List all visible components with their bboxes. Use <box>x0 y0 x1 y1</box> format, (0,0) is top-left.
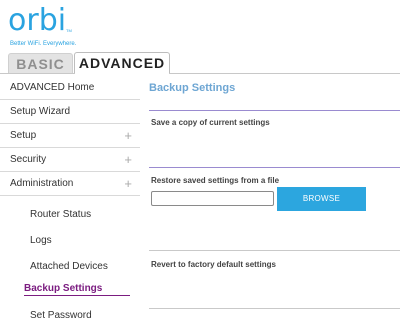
plus-icon[interactable]: + <box>124 124 132 147</box>
section-divider <box>149 250 400 251</box>
sidebar-item-label: Setup Wizard <box>10 106 71 117</box>
sidebar-item-label: Setup <box>10 130 37 141</box>
browse-button[interactable]: BROWSE <box>277 187 366 211</box>
section-restore-label: Restore saved settings from a file <box>151 176 280 185</box>
logo-tagline: Better WiFi. Everywhere. <box>10 41 77 47</box>
section-divider <box>149 110 400 111</box>
sidebar: ADVANCED Home Setup Wizard Setup + Secur… <box>0 76 140 196</box>
section-divider <box>149 308 400 309</box>
tab-divider <box>0 73 400 74</box>
section-save-label: Save a copy of current settings <box>151 118 270 127</box>
tab-advanced[interactable]: ADVANCED <box>74 52 170 74</box>
sidebar-item-label: Security <box>10 154 47 165</box>
sidebar-item-advanced-home[interactable]: ADVANCED Home <box>0 76 140 100</box>
sidebar-item-administration[interactable]: Administration + <box>0 172 140 196</box>
sidebar-item-setup[interactable]: Setup + <box>0 124 140 148</box>
logo-trademark: TM <box>66 28 72 33</box>
page-title: Backup Settings <box>149 82 236 94</box>
sidebar-item-setup-wizard[interactable]: Setup Wizard <box>0 100 140 124</box>
section-factory-reset-label: Revert to factory default settings <box>151 260 276 269</box>
subitem-backup-settings[interactable]: Backup Settings <box>24 283 102 294</box>
logo-wordmark: orbi <box>8 3 67 38</box>
subitem-attached-devices[interactable]: Attached Devices <box>30 261 108 272</box>
active-item-underline <box>24 295 130 296</box>
subitem-logs[interactable]: Logs <box>30 235 52 246</box>
tab-basic[interactable]: BASIC <box>8 53 73 74</box>
plus-icon[interactable]: + <box>124 148 132 171</box>
restore-file-input[interactable] <box>151 191 274 206</box>
sidebar-item-security[interactable]: Security + <box>0 148 140 172</box>
sidebar-item-label: ADVANCED Home <box>10 82 95 93</box>
subitem-set-password[interactable]: Set Password <box>30 310 92 321</box>
orbi-logo: orbi TM Better WiFi. Everywhere. <box>8 3 76 48</box>
plus-icon[interactable]: + <box>124 172 132 195</box>
section-divider <box>149 167 400 168</box>
sidebar-item-label: Administration <box>10 178 74 189</box>
subitem-router-status[interactable]: Router Status <box>30 209 91 220</box>
